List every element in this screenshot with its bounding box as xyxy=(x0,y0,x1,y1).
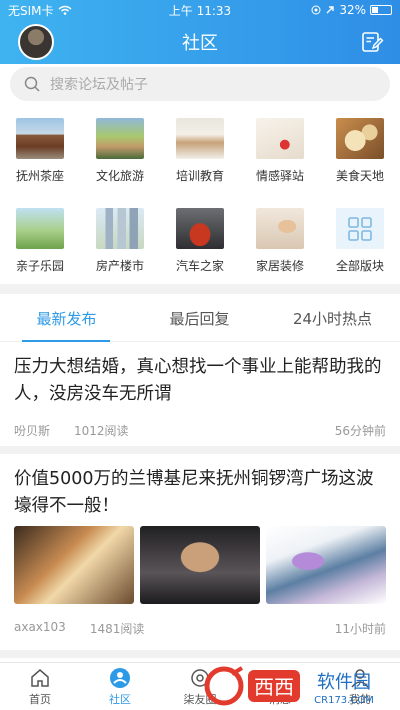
grid-icon xyxy=(336,208,384,249)
tabbar-circle[interactable]: 柒友圈 xyxy=(160,663,240,710)
love-note-photo-icon xyxy=(256,118,304,159)
category-item-education[interactable]: 培训教育 xyxy=(160,104,240,184)
home-photo-icon xyxy=(256,208,304,249)
nav-bar: 社区 xyxy=(0,20,400,64)
post-time: 56分钟前 xyxy=(334,424,386,438)
car-photo-icon xyxy=(176,208,224,249)
post-reads: 1012阅读 xyxy=(74,424,129,438)
post-author[interactable]: 吩贝斯 xyxy=(14,422,50,439)
search-input[interactable]: 搜索论坛及帖子 xyxy=(10,67,390,101)
category-item-travel[interactable]: 文化旅游 xyxy=(80,104,160,184)
tabbar-label: 首页 xyxy=(29,693,51,706)
status-bar: 无SIM卡 上午 11:33 32% xyxy=(0,0,400,20)
category-item-realestate[interactable]: 房产楼市 xyxy=(80,194,160,274)
search-icon xyxy=(24,76,40,92)
category-grid: 抚州茶座 文化旅游 培训教育 情感驿站 美食天地 亲子乐园 房产楼市 汽车之家 … xyxy=(0,104,400,284)
wifi-icon xyxy=(58,5,71,15)
category-item-home[interactable]: 家居装修 xyxy=(240,194,320,274)
circle-icon xyxy=(191,669,209,687)
search-placeholder: 搜索论坛及帖子 xyxy=(50,77,148,93)
home-icon xyxy=(31,669,49,687)
category-label: 汽车之家 xyxy=(175,259,224,273)
battery-text: 32% xyxy=(339,3,366,17)
category-item-car[interactable]: 汽车之家 xyxy=(160,194,240,274)
edit-post-icon[interactable] xyxy=(360,30,384,54)
family-photo-icon xyxy=(16,208,64,249)
category-label: 家居装修 xyxy=(255,259,304,273)
tab-hot-24h[interactable]: 24小时热点 xyxy=(266,294,399,342)
post-feed: 压力大想结婚，真心想找一个事业上能帮助我的人，没房没车无所谓 吩贝斯 1012阅… xyxy=(0,342,400,662)
tab-latest[interactable]: 最新发布 xyxy=(0,294,133,342)
arrow-icon xyxy=(326,6,335,14)
tab-last-reply[interactable]: 最后回复 xyxy=(133,294,266,342)
page-title: 社区 xyxy=(182,33,218,54)
category-label: 情感驿站 xyxy=(255,169,304,183)
community-icon xyxy=(110,668,130,688)
profile-icon xyxy=(351,669,369,688)
food-photo-icon xyxy=(336,118,384,159)
post-image[interactable] xyxy=(266,526,386,604)
post-meta: axax103 1481阅读 11小时前 xyxy=(14,620,386,637)
tourists-photo-icon xyxy=(96,118,144,159)
post-image[interactable] xyxy=(14,526,134,604)
avatar[interactable] xyxy=(18,24,54,60)
bottom-tab-bar: 首页 社区 柒友圈 消息 我的 xyxy=(0,662,400,710)
post-title[interactable]: 压力大想结婚，真心想找一个事业上能帮助我的人，没房没车无所谓 xyxy=(14,354,386,408)
tabbar-label: 消息 xyxy=(269,693,291,706)
category-item-food[interactable]: 美食天地 xyxy=(320,104,400,184)
post-time: 11小时前 xyxy=(334,622,386,636)
status-left: 无SIM卡 xyxy=(8,2,72,19)
tabbar-community[interactable]: 社区 xyxy=(80,663,160,710)
category-label: 抚州茶座 xyxy=(15,169,64,183)
category-item-emotion[interactable]: 情感驿站 xyxy=(240,104,320,184)
category-label: 房产楼市 xyxy=(95,259,144,273)
feed-tabs: 最新发布 最后回复 24小时热点 xyxy=(0,294,400,342)
category-item-all[interactable]: 全部版块 xyxy=(320,194,400,274)
buildings-photo-icon xyxy=(96,208,144,249)
post-reads: 1481阅读 xyxy=(89,622,145,636)
tabbar-label: 我的 xyxy=(349,693,371,706)
category-label: 美食天地 xyxy=(335,169,384,183)
search-section: 搜索论坛及帖子 xyxy=(0,64,400,104)
category-item-family[interactable]: 亲子乐园 xyxy=(0,194,80,274)
carrier-text: 无SIM卡 xyxy=(8,3,54,18)
feed-divider xyxy=(0,446,400,454)
location-icon xyxy=(311,5,321,15)
category-item-tea[interactable]: 抚州茶座 xyxy=(0,104,80,184)
post-image[interactable] xyxy=(140,526,260,604)
post-meta: 吩贝斯 1012阅读 56分钟前 xyxy=(14,422,386,439)
category-label: 全部版块 xyxy=(335,259,384,273)
tabbar-home[interactable]: 首页 xyxy=(0,663,80,710)
category-label: 亲子乐园 xyxy=(15,259,64,273)
battery-icon xyxy=(370,5,392,15)
pavilion-photo-icon xyxy=(16,118,64,159)
tabbar-label: 柒友圈 xyxy=(183,693,217,706)
tabbar-messages[interactable]: 消息 xyxy=(240,663,320,710)
tabbar-profile[interactable]: 我的 xyxy=(320,663,400,710)
post-title[interactable]: 价值5000万的兰博基尼来抚州铜锣湾广场这波壕得不一般！ xyxy=(14,466,386,520)
category-label: 培训教育 xyxy=(175,169,224,183)
tabbar-label: 社区 xyxy=(109,693,131,706)
classroom-photo-icon xyxy=(176,118,224,159)
category-label: 文化旅游 xyxy=(95,169,144,183)
post-author[interactable]: axax103 xyxy=(14,620,66,637)
status-right: 32% xyxy=(311,3,392,17)
message-icon xyxy=(271,670,289,688)
feed-divider xyxy=(0,650,400,658)
